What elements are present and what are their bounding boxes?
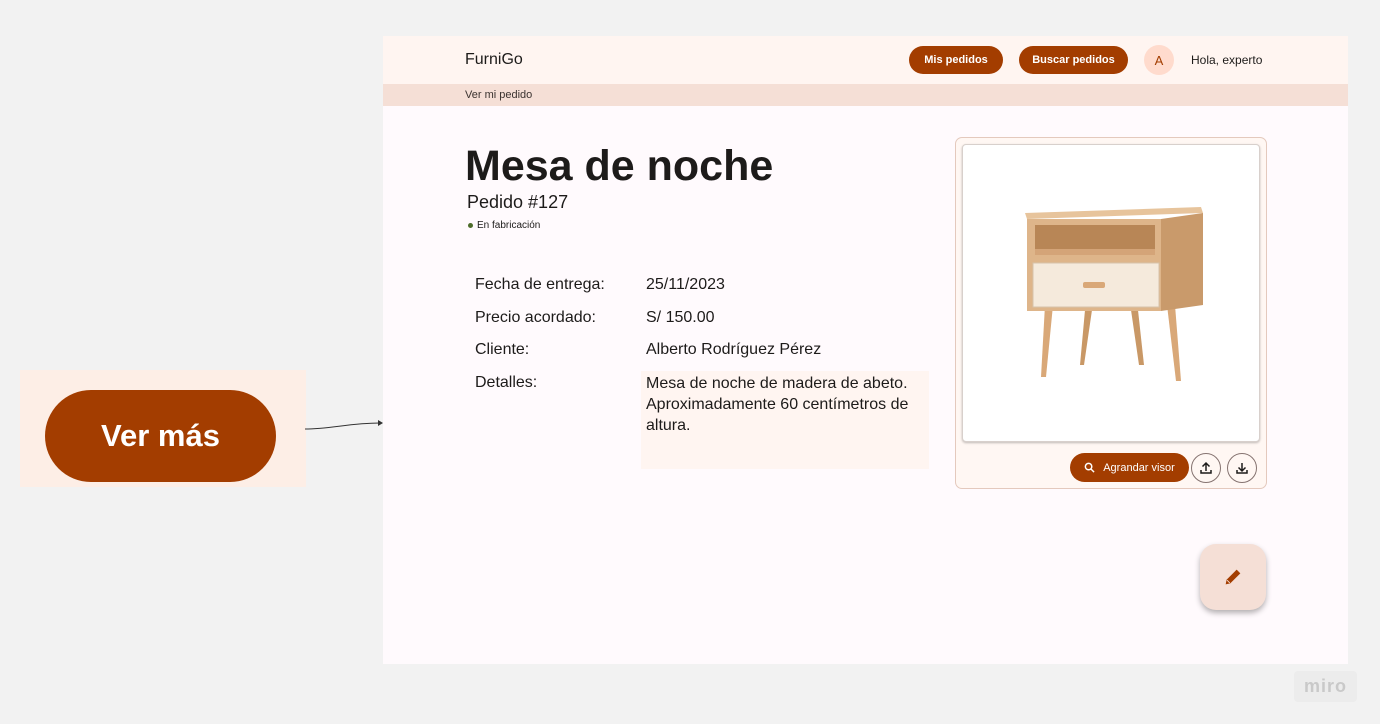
ver-mas-button[interactable]: Ver más: [45, 390, 276, 482]
product-viewer: Agrandar visor: [955, 137, 1267, 489]
download-button[interactable]: [1227, 453, 1257, 483]
greeting-text: Hola, experto: [1191, 53, 1263, 67]
avatar[interactable]: A: [1144, 45, 1174, 75]
page-title: Mesa de noche: [465, 142, 774, 190]
connector-arrow: [304, 420, 383, 430]
status-badge: En fabricación: [468, 220, 540, 231]
details-value: Mesa de noche de madera de abeto. Aproxi…: [646, 375, 909, 434]
brand-logo: FurniGo: [465, 51, 523, 68]
price-value: S/ 150.00: [646, 309, 715, 326]
breadcrumb-bar: Ver mi pedido: [383, 84, 1348, 106]
agrandar-visor-button[interactable]: Agrandar visor: [1070, 453, 1189, 482]
buscar-pedidos-button[interactable]: Buscar pedidos: [1019, 46, 1128, 74]
breadcrumb: Ver mi pedido: [465, 89, 533, 101]
pencil-icon: [1225, 569, 1241, 585]
delivery-date-label: Fecha de entrega:: [475, 276, 605, 293]
product-image: [962, 144, 1260, 442]
order-number: Pedido #127: [467, 192, 569, 212]
download-icon: [1236, 463, 1248, 474]
price-label: Precio acordado:: [475, 309, 596, 326]
status-label: En fabricación: [477, 220, 541, 231]
callout-card: Ver más: [20, 370, 306, 487]
agrandar-visor-label: Agrandar visor: [1103, 461, 1175, 474]
nightstand-illustration: [1025, 207, 1203, 381]
mis-pedidos-button[interactable]: Mis pedidos: [909, 46, 1003, 74]
edit-fab-button[interactable]: [1200, 544, 1266, 610]
upload-button[interactable]: [1191, 453, 1221, 483]
details-label: Detalles:: [475, 374, 538, 391]
order-detail-frame: FurniGo Mis pedidos Buscar pedidos A Hol…: [383, 36, 1348, 664]
delivery-date-value: 25/11/2023: [646, 276, 725, 293]
upload-icon: [1200, 461, 1212, 474]
top-app-bar: FurniGo Mis pedidos Buscar pedidos A Hol…: [383, 36, 1348, 84]
client-value: Alberto Rodríguez Pérez: [646, 341, 822, 358]
client-label: Cliente:: [475, 341, 530, 358]
search-icon: [1084, 462, 1095, 473]
miro-watermark: miro: [1294, 671, 1357, 702]
status-dot-icon: [468, 223, 473, 228]
